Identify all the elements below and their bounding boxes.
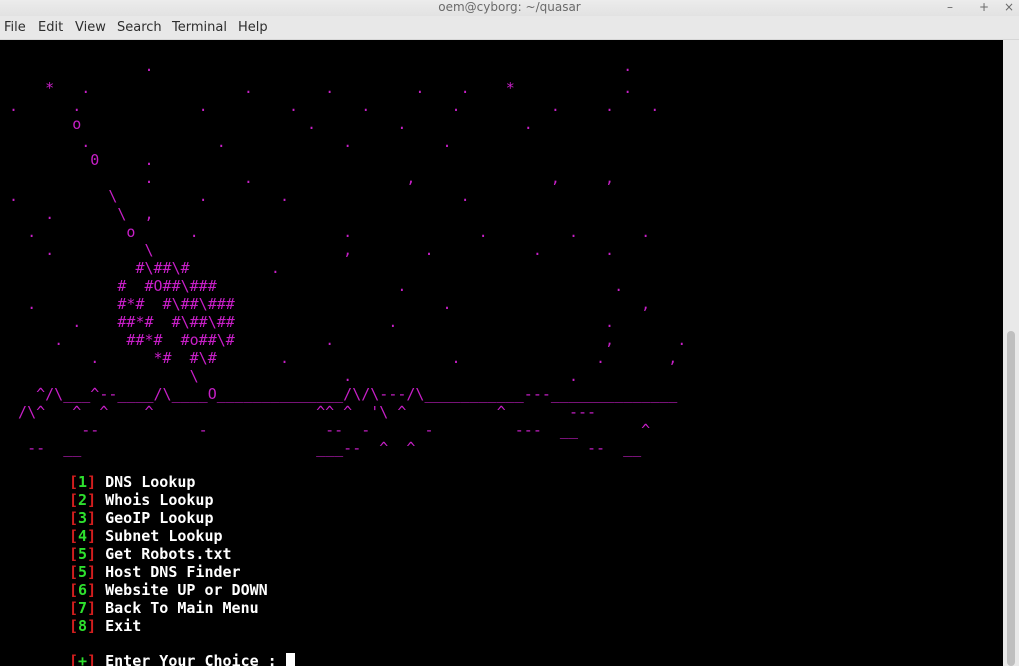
option-number: 6: [78, 581, 88, 599]
option-label: DNS Lookup: [105, 473, 196, 491]
option-number: 5: [78, 545, 88, 563]
prompt-marker: +: [78, 652, 88, 666]
menu-option: [7] Back To Main Menu: [69, 599, 259, 617]
banner-line: . #*# #\##\### . ,: [0, 295, 651, 313]
menu-help[interactable]: Help: [238, 16, 268, 40]
menu-option: [2] Whois Lookup: [69, 491, 214, 509]
menu-terminal[interactable]: Terminal: [172, 16, 227, 40]
menu-option: [3] GeoIP Lookup: [69, 509, 214, 527]
minimize-icon[interactable]: –: [947, 0, 953, 15]
option-label: Website UP or DOWN: [105, 581, 268, 599]
banner-line: . . . . . . . . .: [0, 97, 660, 115]
option-label: Subnet Lookup: [105, 527, 223, 545]
menu-option: [6] Website UP or DOWN: [69, 581, 268, 599]
maximize-icon[interactable]: +: [979, 0, 989, 15]
option-number: 2: [78, 491, 88, 509]
banner-line: * . . . . . * .: [0, 79, 633, 97]
menu-edit[interactable]: Edit: [38, 16, 63, 40]
terminal-output[interactable]: · · * . . . . . * . . . . . . . . . . o …: [0, 40, 1003, 666]
option-label: Back To Main Menu: [105, 599, 259, 617]
banner-line: . o . . . . .: [0, 223, 651, 241]
title-bar[interactable]: oem@cyborg: ~/quasar – + ×: [0, 0, 1019, 16]
banner-line: . . , , ,: [0, 169, 615, 187]
option-number: 8: [78, 617, 88, 635]
banner-line: . ##*# #o##\# . , .: [0, 331, 687, 349]
option-label: Whois Lookup: [105, 491, 214, 509]
menu-option: [8] Exit: [69, 617, 142, 635]
prompt-text: Enter Your Choice :: [96, 652, 286, 666]
banner-line: #\##\# .: [0, 259, 280, 277]
banner-line: /\^ ^ ^ ^ ^^ ^ '\ ^ ^ ---: [0, 403, 597, 421]
banner-line: . \ , . . .: [0, 241, 615, 259]
option-number: 7: [78, 599, 88, 617]
option-number: 5: [78, 563, 88, 581]
choice-prompt[interactable]: [+] Enter Your Choice :: [69, 652, 295, 666]
close-icon[interactable]: ×: [1004, 0, 1014, 15]
banner-line: . \ ,: [0, 205, 154, 223]
option-label: GeoIP Lookup: [105, 509, 214, 527]
banner-line: \ . .: [0, 367, 578, 385]
menu-option: [1] DNS Lookup: [69, 473, 196, 491]
banner-line: ^/\___^--____/\____O______________/\/\--…: [0, 385, 678, 403]
text-cursor: [285, 653, 295, 666]
option-label: Exit: [105, 617, 142, 635]
banner-line: . ##*# #\##\## . .: [0, 313, 615, 331]
scrollbar-thumb[interactable]: [1007, 331, 1015, 666]
menu-file[interactable]: File: [4, 16, 26, 40]
vertical-scrollbar[interactable]: [1003, 40, 1019, 666]
menu-option: [5] Host DNS Finder: [69, 563, 241, 581]
banner-line: o . . .: [0, 115, 533, 133]
option-label: Host DNS Finder: [105, 563, 241, 581]
banner-line: 0 .: [0, 151, 154, 169]
banner-line: -- __ ___-- ^ ^ -- __: [0, 439, 642, 457]
menu-view[interactable]: View: [75, 16, 106, 40]
option-number: 4: [78, 527, 88, 545]
terminal-window: oem@cyborg: ~/quasar – + × File Edit Vie…: [0, 0, 1019, 666]
window-title: oem@cyborg: ~/quasar: [438, 0, 581, 14]
option-number: 1: [78, 473, 88, 491]
banner-line: · ·: [0, 61, 633, 79]
menu-search[interactable]: Search: [117, 16, 162, 40]
banner-line: . *# #\# . . . ,: [0, 349, 678, 367]
menu-option: [5] Get Robots.txt: [69, 545, 232, 563]
banner-line: . . . .: [0, 133, 452, 151]
menu-option: [4] Subnet Lookup: [69, 527, 223, 545]
option-label: Get Robots.txt: [105, 545, 232, 563]
banner-line: . \ . . .: [0, 187, 470, 205]
banner-line: # #O##\### . .: [0, 277, 624, 295]
banner-line: -- - -- - - --- __ ^: [0, 421, 651, 439]
option-number: 3: [78, 509, 88, 527]
menu-bar: File Edit View Search Terminal Help: [0, 16, 1019, 40]
